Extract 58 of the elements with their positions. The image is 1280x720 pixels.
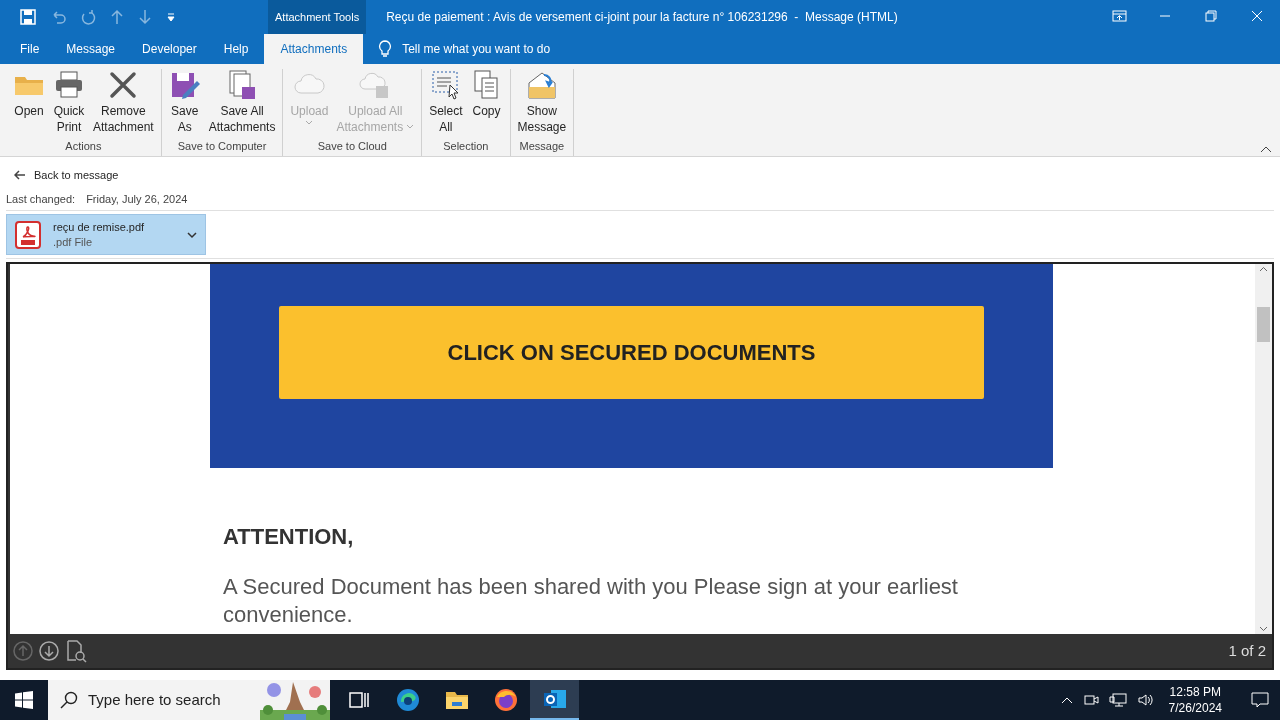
next-page-icon[interactable] [38,640,60,662]
notifications-icon[interactable] [1250,690,1270,710]
group-label: Save to Cloud [317,138,387,154]
lightbulb-icon [378,40,393,58]
clock-time: 12:58 PM [1169,684,1221,700]
last-changed-date: Friday, July 26, 2024 [86,191,188,207]
dropdown-caret-icon [187,230,197,239]
window-title: Reçu de paiement : Avis de versement ci-joint pour la facture n° 106231296 - Message (HTML) [386,9,898,26]
task-view-icon [347,689,370,711]
scrollbar-thumb[interactable] [1257,306,1270,342]
ribbon-button[interactable]: Select All [425,69,467,135]
attachment-chip[interactable]: reçu de remise.pdf .pdf File [6,214,206,255]
group-label: Selection [443,138,489,154]
context-tab-label: Attachment Tools [268,0,367,34]
ribbon-button[interactable]: Remove Attachment [89,69,158,135]
network-icon[interactable] [1108,692,1127,708]
group-label: Message [519,138,565,154]
ribbon-button[interactable]: Copy [466,69,507,119]
ribbon-tab[interactable]: Message [55,34,127,64]
fox-globe-icon [492,687,519,713]
scrollbar[interactable] [1255,264,1272,634]
taskbar-search-input[interactable]: Type here to search [88,688,258,712]
tell-me-field[interactable]: Tell me what you want to do [402,40,603,58]
camera-icon[interactable] [1082,692,1099,708]
clock-date: 7/26/2024 [1168,700,1222,716]
back-link[interactable]: Back to message [6,167,119,184]
ribbon-tab[interactable]: Help [212,34,260,64]
taskbar-app[interactable] [530,680,579,720]
page-counter: 1 of 2 [1228,640,1267,661]
volume-icon[interactable] [1136,692,1155,708]
browser-swirl-icon [394,687,421,713]
ribbon-button[interactable]: Save As [164,69,205,135]
find-in-page-icon[interactable] [64,639,88,663]
scroll-up-icon[interactable] [1259,266,1268,272]
show-hidden-icon[interactable] [1060,696,1073,704]
ribbon-button[interactable]: Show Message [513,69,571,135]
ribbon-button[interactable]: Save All Attachments [204,69,280,135]
taskbar-search-field[interactable]: Type here to search [48,680,260,720]
search-icon [60,691,78,709]
secured-documents-button[interactable]: CLICK ON SECURED DOCUMENTS [279,306,984,399]
message-paragraph: A Secured Document has been shared with you Please sign at your earliest convenience. [223,573,959,629]
last-changed-label: Last changed: [6,191,76,207]
collapse-ribbon-icon[interactable] [1260,145,1272,153]
pdf-file-icon [15,220,41,249]
group-label: Save to Computer [177,138,267,154]
attention-heading: ATTENTION, [223,523,355,551]
ribbon-tab[interactable]: Attachments [264,34,364,64]
scroll-down-icon[interactable] [1259,626,1268,632]
ribbon-button[interactable]: Quick Print [49,69,89,135]
ribbon-tab[interactable]: Developer [131,34,208,64]
ribbon-tab[interactable]: File [9,34,51,64]
customize-icon[interactable] [166,12,176,22]
back-arrow-icon [14,170,26,181]
printer-icon [53,69,85,101]
save-icon[interactable] [20,9,36,25]
group-label: Actions [65,138,102,154]
windows-icon [15,691,33,709]
ribbon-button[interactable]: Open [9,69,49,119]
